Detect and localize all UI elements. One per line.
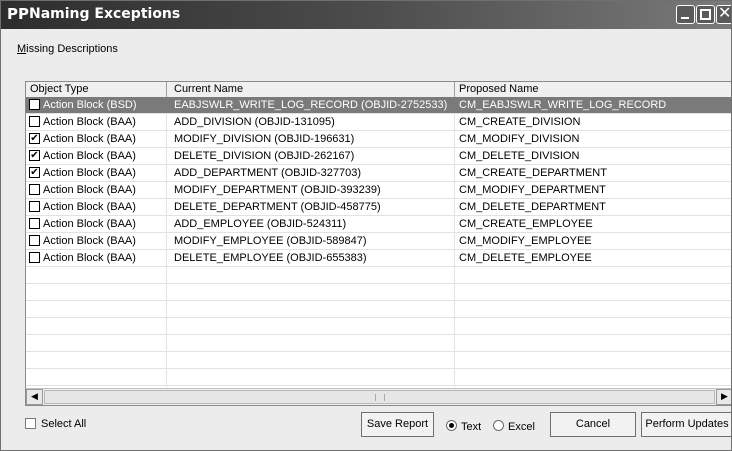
minimize-button[interactable] [676,5,695,24]
app-icon: PP [7,5,29,23]
table-row [26,284,731,301]
cell-current-name: ADD_DEPARTMENT (OBJID-327703) [174,167,362,179]
exceptions-list[interactable]: Object Type Current Name Proposed Name A… [25,81,731,406]
close-button[interactable]: ✕ [716,3,732,24]
table-row[interactable]: ✔ Action Block (BAA) ADD_DEPARTMENT (OBJID… [26,165,731,182]
cell-proposed-name: CM_DELETE_DEPARTMENT [459,201,606,213]
cell-current-name: MODIFY_EMPLOYEE (OBJID-589847) [174,235,367,247]
cell-object-type: Action Block (BAA) [43,184,136,196]
row-checkbox[interactable] [29,201,40,212]
table-row [26,335,731,352]
cell-proposed-name: CM_EABJSWLR_WRITE_LOG_RECORD [459,99,667,111]
window-title: Naming Exceptions [29,6,181,22]
checkbox-icon [25,418,36,429]
table-row[interactable]: Action Block (BAA) ADD_EMPLOYEE (OBJID-52… [26,216,731,233]
select-all-label: Select All [41,418,87,430]
table-row [26,369,731,386]
cell-proposed-name: CM_MODIFY_DEPARTMENT [459,184,606,196]
table-row [26,301,731,318]
cell-object-type: Action Block (BAA) [43,167,136,179]
cell-current-name: MODIFY_DEPARTMENT (OBJID-393239) [174,184,381,196]
cell-object-type: Action Block (BAA) [43,252,136,264]
cell-current-name: ADD_DIVISION (OBJID-131095) [174,116,335,128]
maximize-icon [700,9,711,20]
cell-current-name: ADD_EMPLOYEE (OBJID-524311) [174,218,347,230]
cell-object-type: Action Block (BAA) [43,235,136,247]
cell-proposed-name: CM_CREATE_DIVISION [459,116,581,128]
table-row[interactable]: Action Block (BSD) EABJSWLR_WRITE_LOG_REC… [26,97,731,114]
select-all-checkbox[interactable]: Select All [25,418,86,430]
header-object-type[interactable]: Object Type [30,83,89,97]
table-row[interactable]: ✔ Action Block (BAA) MODIFY_DIVISION (OBJI… [26,131,731,148]
header-proposed-name[interactable]: Proposed Name [459,83,539,97]
column-divider[interactable] [454,82,455,97]
cell-proposed-name: CM_CREATE_EMPLOYEE [459,218,593,230]
maximize-button[interactable] [696,5,715,24]
table-row[interactable]: Action Block (BAA) DELETE_EMPLOYEE (OBJID… [26,250,731,267]
cell-current-name: EABJSWLR_WRITE_LOG_RECORD (OBJID-2752533… [174,99,448,111]
row-checkbox[interactable]: ✔ [29,150,40,161]
table-row [26,352,731,369]
row-checkbox[interactable] [29,99,40,110]
table-row[interactable]: ✔ Action Block (BAA) DELETE_DIVISION (OBJI… [26,148,731,165]
scroll-grip [375,394,385,401]
radio-text[interactable]: Text [446,420,481,433]
cell-current-name: MODIFY_DIVISION (OBJID-196631) [174,133,355,145]
table-row[interactable]: Action Block (BAA) DELETE_DEPARTMENT (OBJ… [26,199,731,216]
row-checkbox[interactable]: ✔ [29,133,40,144]
row-checkbox[interactable] [29,116,40,127]
cancel-button[interactable]: Cancel [550,412,636,437]
cell-object-type: Action Block (BAA) [43,116,136,128]
scroll-right-icon[interactable]: ▶ [716,389,731,405]
header-current-name[interactable]: Current Name [174,83,243,97]
cell-proposed-name: CM_CREATE_DEPARTMENT [459,167,607,179]
radio-icon [493,420,504,431]
list-header: Object Type Current Name Proposed Name [26,82,731,98]
table-row[interactable]: Action Block (BAA) MODIFY_EMPLOYEE (OBJID… [26,233,731,250]
radio-excel-label: Excel [508,421,535,433]
cell-proposed-name: CM_MODIFY_DIVISION [459,133,580,145]
column-divider[interactable] [166,82,167,97]
scroll-thumb[interactable] [44,390,715,404]
table-row [26,318,731,335]
row-checkbox[interactable] [29,184,40,195]
row-checkbox[interactable] [29,218,40,229]
menu-missing-descriptions[interactable]: Missing Descriptions [17,43,118,55]
radio-text-label: Text [461,421,482,433]
save-report-button[interactable]: Save Report [361,412,434,437]
cell-object-type: Action Block (BSD) [43,99,137,111]
scroll-left-icon[interactable]: ◀ [26,389,43,405]
row-checkbox[interactable] [29,252,40,263]
horizontal-scrollbar[interactable]: ◀ ▶ [26,388,731,405]
cell-object-type: Action Block (BAA) [43,218,136,230]
table-row[interactable]: Action Block (BAA) MODIFY_DEPARTMENT (OBJ… [26,182,731,199]
cell-object-type: Action Block (BAA) [43,201,136,213]
row-checkbox[interactable] [29,235,40,246]
row-checkbox[interactable]: ✔ [29,167,40,178]
cell-object-type: Action Block (BAA) [43,150,136,162]
menu-bar: Missing Descriptions [1,29,731,55]
table-row[interactable]: Action Block (BAA) ADD_DIVISION (OBJID-13… [26,114,731,131]
cell-current-name: DELETE_EMPLOYEE (OBJID-655383) [174,252,367,264]
cell-proposed-name: CM_DELETE_DIVISION [459,150,580,162]
cell-current-name: DELETE_DEPARTMENT (OBJID-458775) [174,201,381,213]
close-icon: ✕ [718,3,732,22]
cell-proposed-name: CM_MODIFY_EMPLOYEE [459,235,592,247]
cell-current-name: DELETE_DIVISION (OBJID-262167) [174,150,355,162]
minimize-icon [681,17,689,19]
radio-icon [446,420,457,431]
title-bar[interactable]: PP Naming Exceptions ✕ [1,1,732,29]
naming-exceptions-window: PP Naming Exceptions ✕ Missing Descripti… [0,0,732,451]
radio-excel[interactable]: Excel [493,420,535,433]
perform-updates-button[interactable]: Perform Updates [641,412,731,437]
cell-proposed-name: CM_DELETE_EMPLOYEE [459,252,592,264]
cell-object-type: Action Block (BAA) [43,133,136,145]
table-row [26,267,731,284]
